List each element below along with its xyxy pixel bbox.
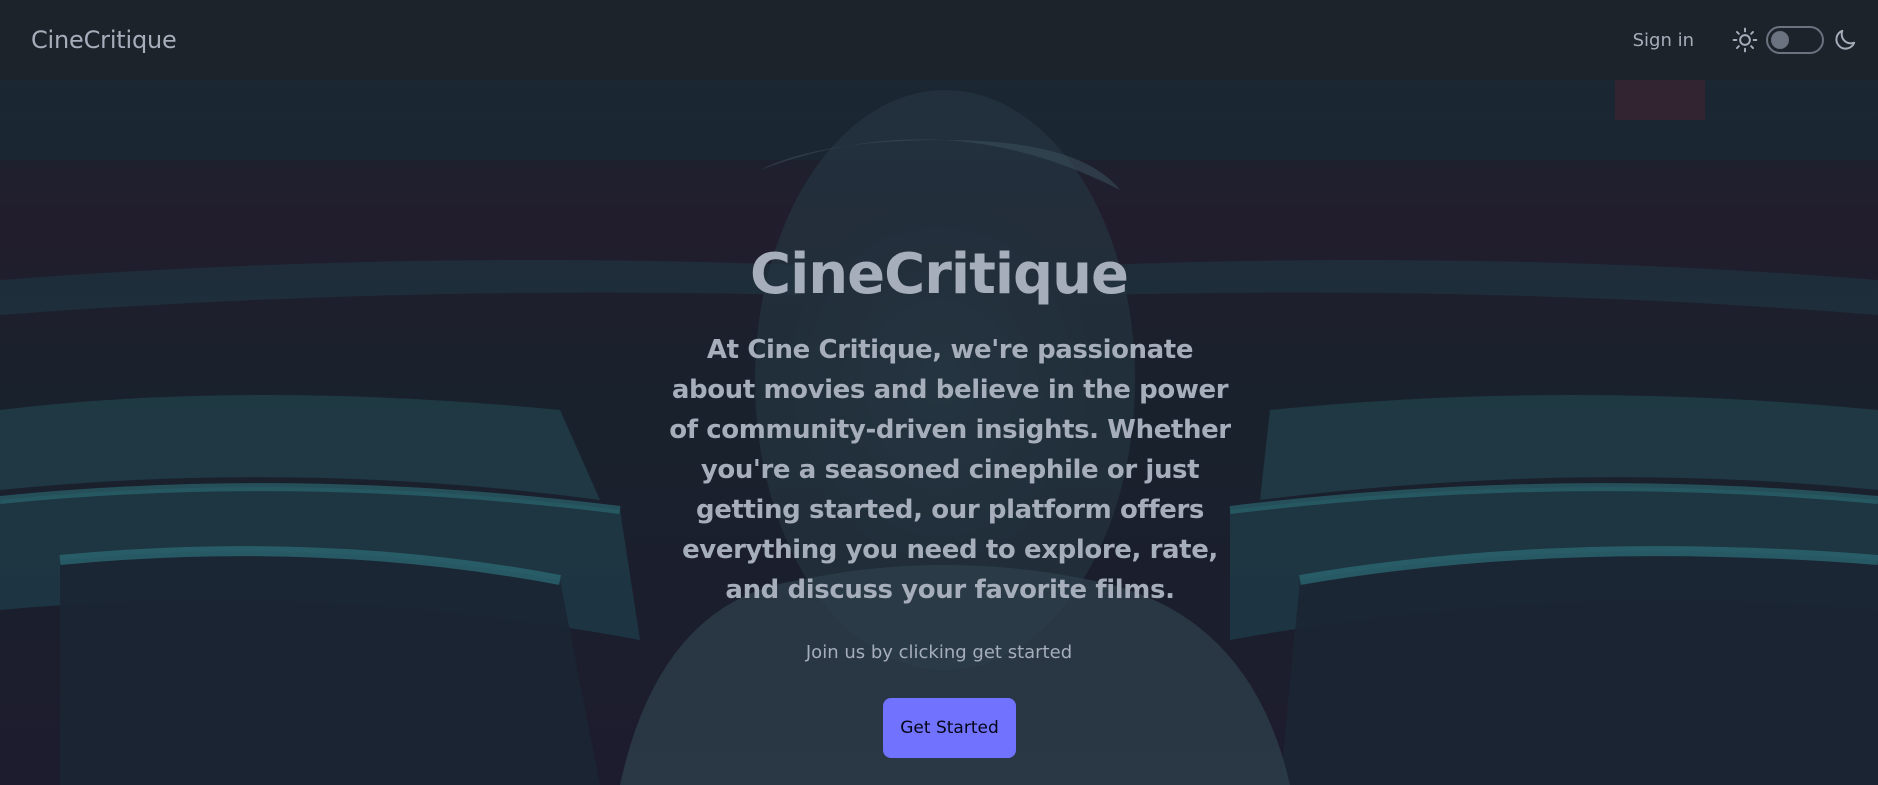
navbar-actions: Sign in (1633, 26, 1858, 54)
theme-toggle-knob (1771, 31, 1789, 49)
hero-title: CineCritique (750, 242, 1129, 307)
sign-in-link[interactable]: Sign in (1633, 30, 1694, 51)
moon-icon (1832, 27, 1858, 53)
theme-toggle[interactable] (1766, 26, 1824, 54)
hero-section: CineCritique At Cine Critique, we're pas… (0, 80, 1878, 785)
sun-icon (1732, 27, 1758, 53)
hero-subtitle: Join us by clicking get started (805, 642, 1073, 663)
hero-description: At Cine Critique, we're passionate about… (669, 335, 1231, 605)
theme-controller (1732, 26, 1858, 54)
brand-logo[interactable]: CineCritique (31, 26, 177, 54)
navbar: CineCritique Sign in (0, 0, 1878, 80)
get-started-button[interactable]: Get Started (883, 698, 1016, 758)
